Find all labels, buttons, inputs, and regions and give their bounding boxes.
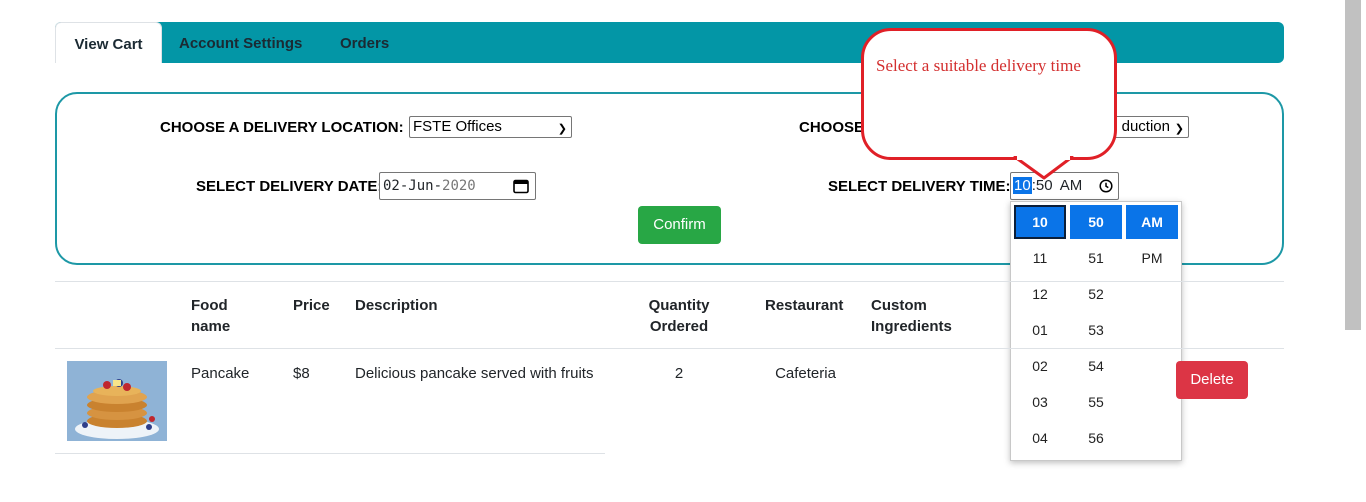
period-column: AM PM [1126, 205, 1178, 277]
row-divider [55, 453, 605, 454]
second-choose-value: duction [1121, 118, 1170, 135]
time-picker-dropdown: 10 11 12 01 02 03 04 50 51 52 53 54 55 5… [1010, 201, 1182, 461]
delivery-date-label: SELECT DELIVERY DATE: [196, 178, 383, 195]
hour-option[interactable]: 11 [1014, 241, 1066, 275]
header-food-name: Food name [191, 297, 231, 335]
minute-option[interactable]: 56 [1070, 421, 1122, 455]
minute-option[interactable]: 52 [1070, 277, 1122, 311]
hour-option[interactable]: 03 [1014, 385, 1066, 419]
cell-description: Delicious pancake served with fruits [355, 365, 594, 382]
header-description: Description [355, 297, 438, 314]
calendar-icon[interactable] [513, 178, 529, 194]
cell-food-name: Pancake [191, 365, 250, 382]
period-option[interactable]: AM [1126, 205, 1178, 239]
page-scrollbar[interactable] [1345, 0, 1361, 330]
hour-option[interactable]: 02 [1014, 349, 1066, 383]
cell-quantity: 2 [674, 365, 684, 382]
food-image [67, 361, 167, 441]
delivery-location-select[interactable]: FSTE Offices ❯ [409, 116, 572, 138]
date-year: 2020 [442, 178, 476, 194]
tab-orders[interactable]: Orders [340, 22, 389, 63]
cell-restaurant: Cafeteria [775, 365, 836, 382]
chevron-down-icon: ❯ [557, 123, 567, 135]
tab-view-cart[interactable]: View Cart [55, 22, 162, 63]
delete-button[interactable]: Delete [1176, 361, 1248, 399]
minute-option[interactable]: 51 [1070, 241, 1122, 275]
header-quantity: Quantity Ordered [648, 297, 710, 335]
header-custom-ingredients: Custom Ingredients [871, 297, 952, 335]
callout-text: Select a suitable delivery time [876, 56, 1081, 75]
delivery-time-callout [861, 28, 1117, 160]
hour-option[interactable]: 01 [1014, 313, 1066, 347]
callout-pointer [1013, 156, 1074, 180]
minute-column: 50 51 52 53 54 55 56 [1070, 205, 1122, 457]
hour-column: 10 11 12 01 02 03 04 [1014, 205, 1066, 457]
minute-option[interactable]: 54 [1070, 349, 1122, 383]
minute-option[interactable]: 55 [1070, 385, 1122, 419]
confirm-button[interactable]: Confirm [638, 206, 721, 244]
tab-account-settings[interactable]: Account Settings [179, 22, 302, 63]
clock-icon[interactable] [1099, 179, 1113, 193]
hour-option[interactable]: 04 [1014, 421, 1066, 455]
delivery-time-label: SELECT DELIVERY TIME: [828, 178, 1011, 195]
minute-option[interactable]: 53 [1070, 313, 1122, 347]
minute-option[interactable]: 50 [1070, 205, 1122, 239]
cell-price: $8 [293, 365, 310, 382]
header-restaurant: Restaurant [765, 297, 844, 314]
delivery-location-value: FSTE Offices [413, 118, 502, 135]
header-price: Price [293, 297, 330, 314]
second-choose-label: CHOOSE [799, 119, 865, 136]
hour-option[interactable]: 10 [1014, 205, 1066, 239]
table-top-border [55, 281, 1284, 282]
hour-option[interactable]: 12 [1014, 277, 1066, 311]
header-divider [55, 348, 1284, 349]
date-day-month: 02-Jun- [383, 178, 443, 194]
delivery-date-input[interactable]: 02-Jun-2020 [379, 172, 536, 200]
delivery-location-label: CHOOSE A DELIVERY LOCATION: [160, 119, 404, 136]
period-option[interactable]: PM [1126, 241, 1178, 275]
chevron-down-icon: ❯ [1174, 123, 1184, 135]
